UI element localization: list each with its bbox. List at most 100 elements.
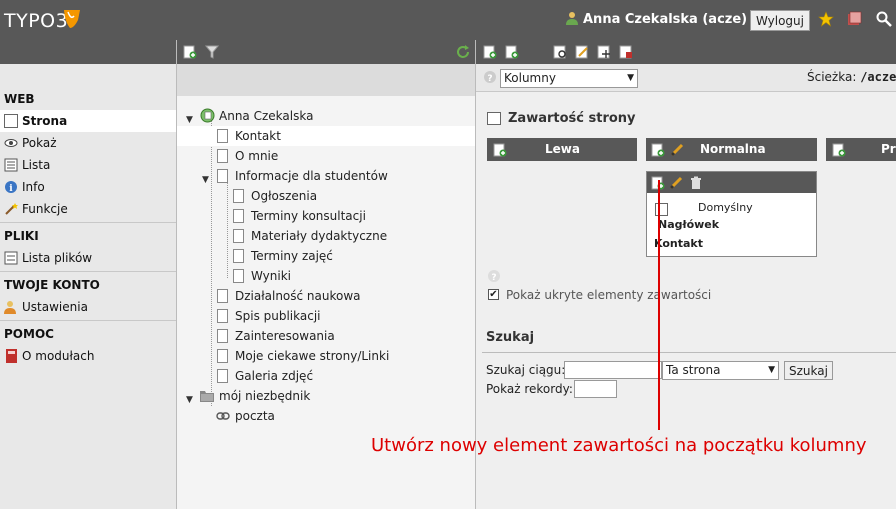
- pencil-icon[interactable]: [669, 176, 683, 190]
- module-section-web: WEB: [4, 92, 35, 106]
- page-icon: [217, 149, 228, 163]
- module-section-pomoc: POMOC: [4, 327, 54, 341]
- clear-cache-icon[interactable]: [846, 11, 862, 27]
- new-content-element-icon[interactable]: [651, 143, 665, 157]
- tree-node-terminy-zajec[interactable]: Terminy zajęć: [177, 246, 475, 266]
- link-icon: [216, 412, 230, 420]
- module-item-info[interactable]: i Info: [0, 176, 176, 198]
- content-icon: [487, 112, 501, 125]
- new-page-icon[interactable]: [183, 45, 197, 59]
- page-icon: [217, 289, 228, 303]
- new-content-element-icon[interactable]: [493, 143, 507, 157]
- refresh-icon[interactable]: [456, 45, 470, 59]
- chevron-down-icon: ▼: [768, 365, 775, 375]
- module-menu: WEB Strona Pokaż Lista i Info Funkcje PLI…: [0, 40, 176, 509]
- tree-node-moje-ciekawe-strony[interactable]: Moje ciekawe strony/Linki: [177, 346, 475, 366]
- new-record-icon[interactable]: [483, 45, 497, 59]
- user-icon: [566, 12, 578, 25]
- view-page-icon[interactable]: [553, 45, 567, 59]
- search-button[interactable]: Szukaj: [784, 361, 833, 380]
- search-scope-select[interactable]: Ta strona ▼: [662, 361, 779, 380]
- site-root-icon: [200, 108, 215, 123]
- view-mode-select[interactable]: Kolumny ▼: [500, 69, 638, 88]
- module-item-o-modulach[interactable]: O modułach: [0, 345, 176, 367]
- user-settings-icon: [4, 301, 16, 314]
- module-item-lista-plikow[interactable]: Lista plików: [0, 247, 176, 269]
- folder-icon: [200, 391, 214, 402]
- tree-node-kontakt[interactable]: Kontakt: [177, 126, 475, 146]
- module-item-pokaz[interactable]: Pokaż: [0, 132, 176, 154]
- filter-icon[interactable]: [205, 45, 219, 59]
- records-count-input[interactable]: [574, 380, 617, 398]
- wand-icon: [5, 203, 18, 215]
- module-section-pliki: PLIKI: [4, 229, 39, 243]
- page-tree: ▼ Anna Czekalska Kontakt O mnie ▼ Inform…: [177, 106, 475, 426]
- page-tree-toolbar: [177, 40, 475, 64]
- pencil-icon[interactable]: [670, 143, 684, 157]
- trash-icon[interactable]: [689, 176, 703, 190]
- help-book-icon: [6, 349, 17, 363]
- page-icon: [217, 329, 228, 343]
- tree-node-o-mnie[interactable]: O mnie: [177, 146, 475, 166]
- top-bar: TYPO3 Anna Czekalska (acze) Wyloguj: [0, 0, 896, 40]
- module-section-twoje-konto: TWOJE KONTO: [4, 278, 100, 292]
- content-type-icon: [655, 203, 668, 216]
- tree-node-ogloszenia[interactable]: Ogłoszenia: [177, 186, 475, 206]
- page-icon: [217, 369, 228, 383]
- column-header-normalna: Normalna: [646, 138, 817, 161]
- bookmark-star-icon[interactable]: [818, 11, 834, 27]
- chevron-down-icon: ▼: [627, 73, 634, 83]
- eye-icon: [4, 139, 18, 147]
- module-menu-header: [0, 40, 176, 64]
- module-item-funkcje[interactable]: Funkcje: [0, 198, 176, 220]
- user-name[interactable]: Anna Czekalska (acze): [565, 11, 747, 27]
- module-divider: [0, 271, 176, 272]
- new-content-element-icon[interactable]: [832, 143, 846, 157]
- module-item-ustawienia[interactable]: Ustawienia: [0, 296, 176, 318]
- main-toolbar: [476, 40, 896, 64]
- tree-node-moj-niezbednik[interactable]: ▼ mój niezbędnik: [177, 386, 475, 406]
- content-element-toolbar: [647, 172, 816, 193]
- tree-node-galeria[interactable]: Galeria zdjęć: [177, 366, 475, 386]
- edit-page-icon[interactable]: [575, 45, 589, 59]
- typo3-logo-text: TYPO3: [4, 10, 69, 32]
- help-icon[interactable]: ?: [483, 70, 497, 84]
- tree-node-informacje[interactable]: ▼ Informacje dla studentów: [177, 166, 475, 186]
- module-item-strona[interactable]: Strona: [0, 110, 176, 132]
- help-icon[interactable]: ?: [487, 269, 501, 283]
- file-list-icon: [4, 251, 18, 265]
- move-page-icon[interactable]: [597, 45, 611, 59]
- column-header-lewa: Lewa: [487, 138, 637, 161]
- info-icon: i: [5, 181, 17, 194]
- tree-node-terminy-konsultacji[interactable]: Terminy konsultacji: [177, 206, 475, 226]
- list-icon: [4, 158, 18, 172]
- tree-node-poczta[interactable]: poczta: [177, 406, 475, 426]
- svg-text:?: ?: [491, 273, 496, 283]
- content-element[interactable]: Domyślny Nagłówek Kontakt: [646, 171, 817, 257]
- page-icon: [217, 349, 228, 363]
- page-icon: [233, 209, 244, 223]
- module-item-lista[interactable]: Lista: [0, 154, 176, 176]
- section-title: Zawartość strony: [508, 111, 636, 126]
- page-icon: [233, 249, 244, 263]
- tree-node-spis-publikacji[interactable]: Spis publikacji: [177, 306, 475, 326]
- page-history-icon[interactable]: [619, 45, 633, 59]
- tree-node-materialy[interactable]: Materiały dydaktyczne: [177, 226, 475, 246]
- column-header-prawa: Pr: [826, 138, 896, 161]
- svg-text:?: ?: [487, 74, 492, 84]
- page-icon: [217, 129, 228, 143]
- module-divider: [0, 320, 176, 321]
- new-content-icon[interactable]: [505, 45, 519, 59]
- page-icon: [217, 309, 228, 323]
- tree-root[interactable]: ▼ Anna Czekalska: [177, 106, 475, 126]
- tree-node-wyniki[interactable]: Wyniki: [177, 266, 475, 286]
- logout-button[interactable]: Wyloguj: [750, 10, 810, 31]
- show-hidden-checkbox[interactable]: ✔: [488, 289, 499, 300]
- tree-node-zainteresowania[interactable]: Zainteresowania: [177, 326, 475, 346]
- search-icon[interactable]: [876, 11, 892, 27]
- search-string-input[interactable]: [564, 361, 662, 379]
- tree-node-dzialalnosc[interactable]: Działalność naukowa: [177, 286, 475, 306]
- page-path: Ścieżka: /acze: [807, 70, 896, 84]
- page-tree-subbar: [177, 64, 475, 96]
- page-icon: [233, 189, 244, 203]
